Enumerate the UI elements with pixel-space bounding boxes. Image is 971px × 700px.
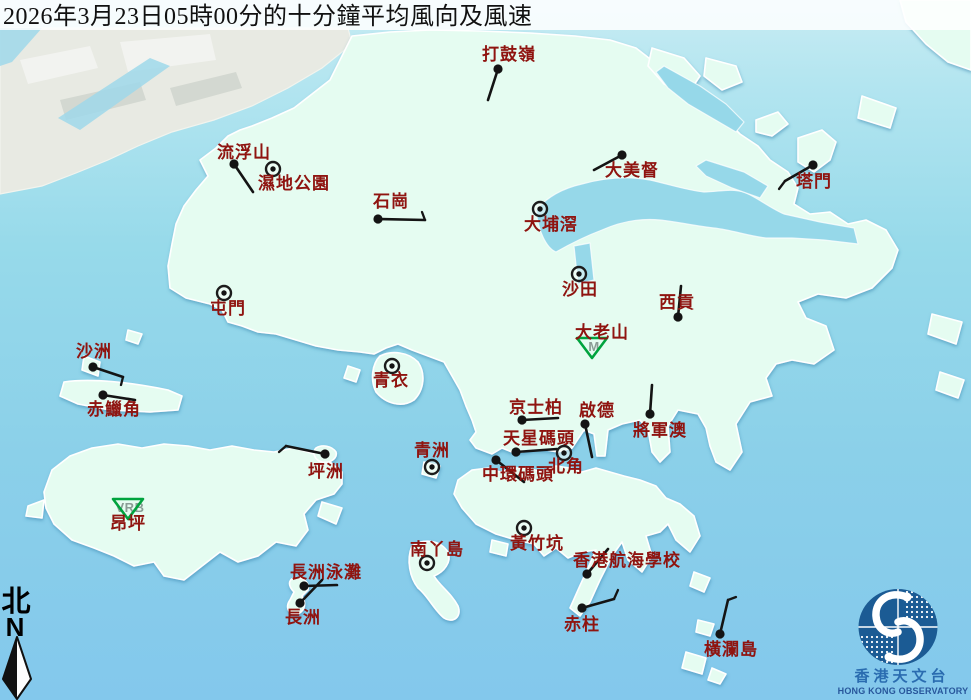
station-dot <box>582 569 591 578</box>
station-dot <box>511 447 520 456</box>
wind-barb-shaft <box>378 219 425 220</box>
station-dot <box>424 560 429 565</box>
station-label: 將軍澳 <box>633 420 687 440</box>
station-label: 啟德 <box>579 400 615 420</box>
station-label: 青衣 <box>373 370 409 390</box>
station-dot <box>429 464 434 469</box>
station-label: 屯門 <box>210 298 246 318</box>
hko-logo-chinese-name: 香港天文台 <box>854 667 949 685</box>
station-label: 西貢 <box>659 293 695 312</box>
station-dot <box>577 603 586 612</box>
station-dot <box>491 455 500 464</box>
station-label: 南丫島 <box>410 539 464 559</box>
station-label: 大埔滘 <box>524 214 578 234</box>
station-label: 大老山 <box>575 322 629 342</box>
station-dot <box>98 390 107 399</box>
station-label: 黃竹坑 <box>509 533 564 553</box>
station-label: 長洲泳灘 <box>290 562 362 582</box>
map-title: 2026年3月23日05時00分的十分鐘平均風向及風速 <box>3 3 533 30</box>
station-label: 沙洲 <box>76 342 112 361</box>
station-label: 昂坪 <box>110 514 146 533</box>
station-dot <box>373 214 382 223</box>
wind-barb-shaft <box>304 585 337 586</box>
station-label: 坪洲 <box>308 462 344 481</box>
station-label: 塔門 <box>796 171 832 191</box>
station-label: 橫瀾島 <box>704 639 758 659</box>
station-label: 赤柱 <box>564 614 600 634</box>
station-dot <box>576 271 581 276</box>
station-label: 大美督 <box>605 160 659 180</box>
station-label: 沙田 <box>562 280 598 299</box>
station-dot <box>88 362 97 371</box>
station-dot <box>521 525 526 530</box>
station-label: 赤鱲角 <box>87 399 141 419</box>
station-dot <box>320 449 329 458</box>
station-dot <box>299 581 308 590</box>
station-dot <box>673 312 682 321</box>
station-dot <box>221 290 226 295</box>
station-dot <box>561 450 566 455</box>
station-dot <box>617 150 626 159</box>
station-label: 長洲 <box>285 608 321 627</box>
station-dot <box>715 629 724 638</box>
station-label: 香港航海學校 <box>573 550 681 570</box>
station-dot <box>580 419 589 428</box>
title-bar: 2026年3月23日05時00分的十分鐘平均風向及風速 <box>0 0 971 30</box>
wind-map-canvas: 打鼓嶺流浮山濕地公園石崗大美督塔門大埔滘沙田西貢M大老山屯門沙洲赤鱲角青衣京士柏… <box>0 0 971 700</box>
station-label: 流浮山 <box>217 142 271 162</box>
station-label: 石崗 <box>372 192 409 211</box>
station-dot <box>645 409 654 418</box>
station-label: 京士柏 <box>509 397 563 417</box>
station-dot <box>270 166 275 171</box>
station-dot <box>808 160 817 169</box>
station-dot <box>537 206 542 211</box>
compass-n-label: N <box>6 612 25 642</box>
station-label: 青洲 <box>414 440 450 460</box>
station-label: 濕地公園 <box>258 173 330 193</box>
station-dot <box>493 64 502 73</box>
station-label: 打鼓嶺 <box>482 44 536 64</box>
station-dot <box>389 363 394 368</box>
hko-logo-english-name: HONG KONG OBSERVATORY <box>838 686 969 696</box>
station-label: 中環碼頭 <box>482 464 554 484</box>
wind-map: 打鼓嶺流浮山濕地公園石崗大美督塔門大埔滘沙田西貢M大老山屯門沙洲赤鱲角青衣京士柏… <box>0 0 971 700</box>
station-dot <box>295 598 304 607</box>
station-ngong-ping: VRB昂坪 <box>110 499 146 533</box>
